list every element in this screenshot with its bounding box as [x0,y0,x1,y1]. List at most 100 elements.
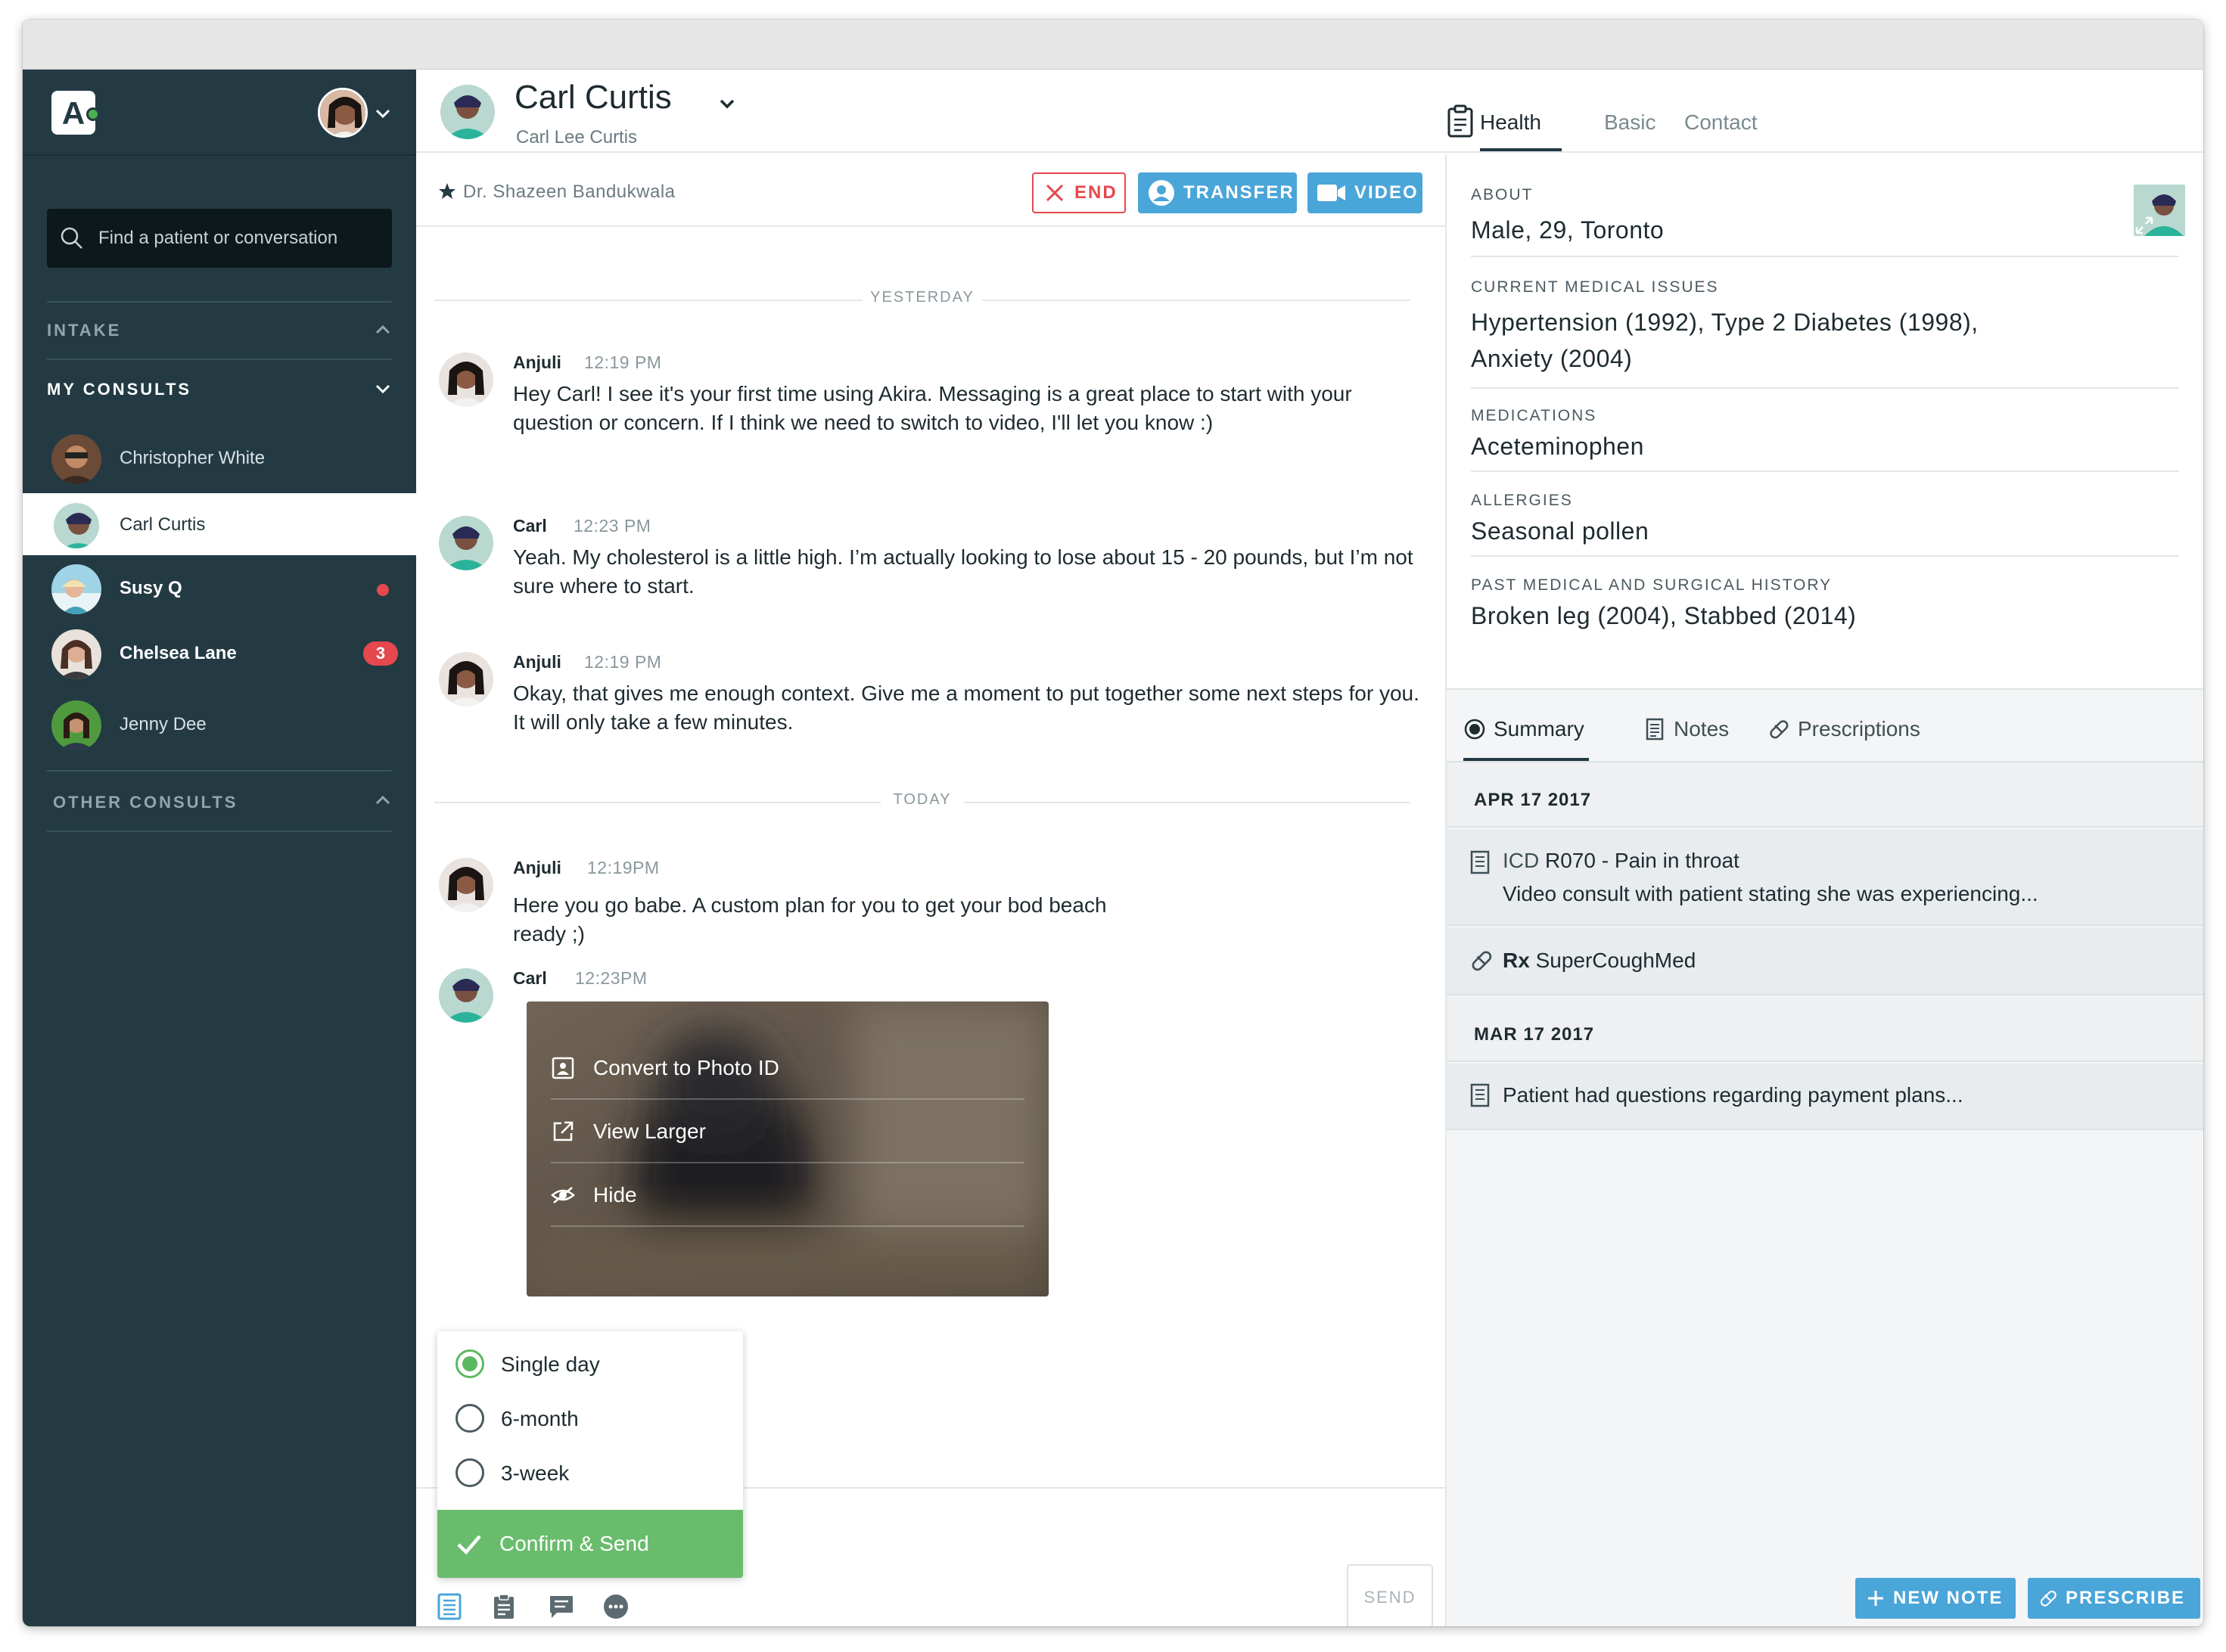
section-my-consults[interactable]: MY CONSULTS [47,380,191,399]
option-3-week[interactable]: 3-week [455,1454,728,1492]
avatar [51,501,101,551]
note-entry[interactable]: ICD R070 - Pain in throat Video consult … [1447,829,2203,926]
confirm-label: Confirm & Send [499,1532,649,1555]
patient-avatar [440,85,495,139]
note-entry[interactable]: Patient had questions regarding payment … [1447,1064,2203,1130]
new-note-label: NEW NOTE [1893,1588,2004,1608]
pill-icon [1770,720,1789,739]
message-text: Here you go babe. A custom plan for you … [513,893,1107,946]
note-preview: Video consult with patient stating she w… [1503,882,2038,905]
sidebar-divider [47,301,392,303]
date-header: MAR 17 2017 [1447,997,2203,1062]
message-author: Carl [513,968,547,988]
option-label: 3-week [501,1461,570,1485]
tab-summary[interactable]: Summary [1463,714,1584,744]
message-time: 12:23 PM [574,516,651,536]
field-label: PAST MEDICAL AND SURGICAL HISTORY [1471,576,1833,594]
unread-dot [377,584,389,596]
radio[interactable] [455,1404,484,1433]
chat-message: Anjuli 12:19PM Here you go babe. A custo… [439,858,1422,956]
tab-health[interactable]: Health [1480,110,1541,135]
chevron-down-icon[interactable] [716,92,738,115]
rx-name: SuperCoughMed [1535,949,1696,972]
pill-icon [2040,1590,2057,1607]
photo-menu-label: View Larger [593,1119,706,1143]
hide-option[interactable]: Hide [551,1163,1024,1227]
section-other-consults[interactable]: OTHER CONSULTS [53,793,238,812]
message-time: 12:19PM [587,858,660,877]
option-6-month[interactable]: 6-month [455,1399,728,1437]
app-window: A Find a patient or conversation INTAKE … [23,20,2203,1626]
photo-attachment[interactable]: Convert to Photo ID View Larger Hide [527,1001,1049,1296]
more-icon[interactable] [602,1593,630,1620]
patient-full-name: Carl Lee Curtis [516,127,638,148]
confirm-send-button[interactable]: Confirm & Send [437,1510,743,1578]
field-value: Hypertension (1992), Type 2 Diabetes (19… [1471,309,1979,372]
window-titlebar [23,20,2203,70]
note-preview: Patient had questions regarding payment … [1503,1083,1963,1107]
video-button[interactable]: VIDEO [1307,172,1422,213]
option-label: 6-month [501,1407,579,1430]
close-icon [1046,184,1064,202]
icd-code: R070 - Pain in throat [1545,849,1739,872]
tab-prescriptions[interactable]: Prescriptions [1767,714,1920,744]
avatar [439,516,493,570]
view-larger-option[interactable]: View Larger [551,1100,1024,1163]
consult-item-chelsea-lane[interactable]: Chelsea Lane 3 [23,622,416,684]
prescribe-label: PRESCRIBE [2066,1588,2186,1608]
rx-prefix: Rx [1503,949,1530,972]
consult-item-christopher-white[interactable]: Christopher White [23,427,416,489]
message-time: 12:19 PM [584,652,662,672]
prescribe-button[interactable]: PRESCRIBE [2028,1578,2200,1619]
current-user-avatar[interactable] [318,88,368,138]
sidebar-divider [47,770,392,772]
consult-name: Christopher White [120,448,266,468]
send-button[interactable]: SEND [1347,1564,1433,1626]
chevron-down-icon[interactable] [372,103,393,124]
avatar [439,352,493,407]
assigned-doctor: Dr. Shazeen Bandukwala [463,182,676,202]
conversation-header: Carl Curtis Carl Lee Curtis Health Basic… [416,70,2203,153]
field-value: Male, 29, Toronto [1471,216,1665,244]
external-link-icon [553,1121,574,1141]
eye-off-icon [551,1187,575,1203]
chevron-up-icon[interactable] [372,790,393,811]
section-intake[interactable]: INTAKE [47,321,121,340]
option-label: Single day [501,1352,600,1376]
user-icon [1149,180,1174,206]
clipboard-icon[interactable] [490,1593,518,1620]
transfer-label: TRANSFER [1183,182,1295,203]
tab-notes[interactable]: Notes [1643,714,1729,744]
chevron-down-icon[interactable] [372,378,393,399]
document-list-icon[interactable] [436,1593,463,1620]
end-button[interactable]: END [1032,172,1126,213]
allergies-field: ALLERGIES Seasonal pollen [1471,492,2179,557]
tab-basic[interactable]: Basic [1604,110,1656,135]
avatar [439,968,493,1023]
patient-name[interactable]: Carl Curtis [515,79,672,116]
radio[interactable] [455,1458,484,1487]
message-text: Hey Carl! I see it's your first time usi… [513,382,1352,434]
date-label: MAR 17 2017 [1474,1024,1595,1045]
option-single-day[interactable]: Single day [455,1345,728,1383]
convert-to-photo-id-option[interactable]: Convert to Photo ID [551,1036,1024,1100]
photo-menu-label: Convert to Photo ID [593,1056,779,1079]
transfer-button[interactable]: TRANSFER [1138,172,1297,213]
prescription-entry[interactable]: Rx SuperCoughMed [1447,927,2203,995]
star-icon [439,183,455,199]
app-logo[interactable]: A [51,91,100,135]
chat-icon[interactable] [548,1593,575,1620]
consult-item-susy-q[interactable]: Susy Q [23,557,416,619]
check-icon [457,1535,481,1555]
consult-name: Jenny Dee [120,714,207,734]
tab-contact[interactable]: Contact [1684,110,1758,135]
radio-selected[interactable] [455,1349,484,1378]
new-note-button[interactable]: NEW NOTE [1855,1578,2016,1619]
consult-item-jenny-dee[interactable]: Jenny Dee [23,693,416,755]
consult-item-carl-curtis[interactable]: Carl Curtis [23,493,416,555]
chat-toolbar: Dr. Shazeen Bandukwala END TRANSFER VIDE… [416,154,1445,227]
chevron-up-icon[interactable] [372,319,393,340]
search-input[interactable]: Find a patient or conversation [47,209,392,268]
chat-panel: Dr. Shazeen Bandukwala END TRANSFER VIDE… [416,154,1447,1626]
tab-label: Prescriptions [1798,717,1920,741]
